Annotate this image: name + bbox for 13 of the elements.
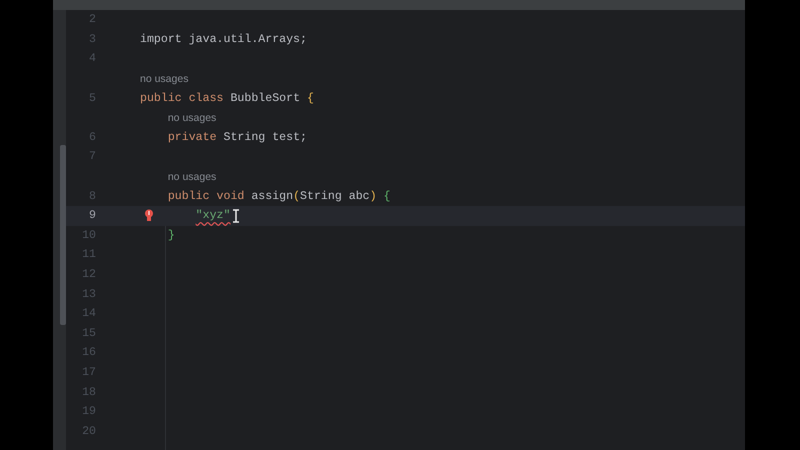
line-number: 9 [88,209,96,222]
code-line: private String test; [168,130,307,144]
scrollbar-thumb[interactable] [60,145,66,325]
usages-hint[interactable]: no usages [140,72,188,85]
usages-hint[interactable]: no usages [168,170,216,183]
code-line: public void assign(String abc) { [168,190,391,203]
code-line: "xyz" [196,209,230,222]
code-line: import java.util.Arrays; [140,32,307,46]
usages-hint[interactable]: no usages [168,112,216,124]
lightbulb-icon[interactable] [144,208,154,222]
code-line: public class BubbleSort { [140,92,314,105]
text-cursor-icon [232,208,240,223]
code-line: } [168,228,175,242]
